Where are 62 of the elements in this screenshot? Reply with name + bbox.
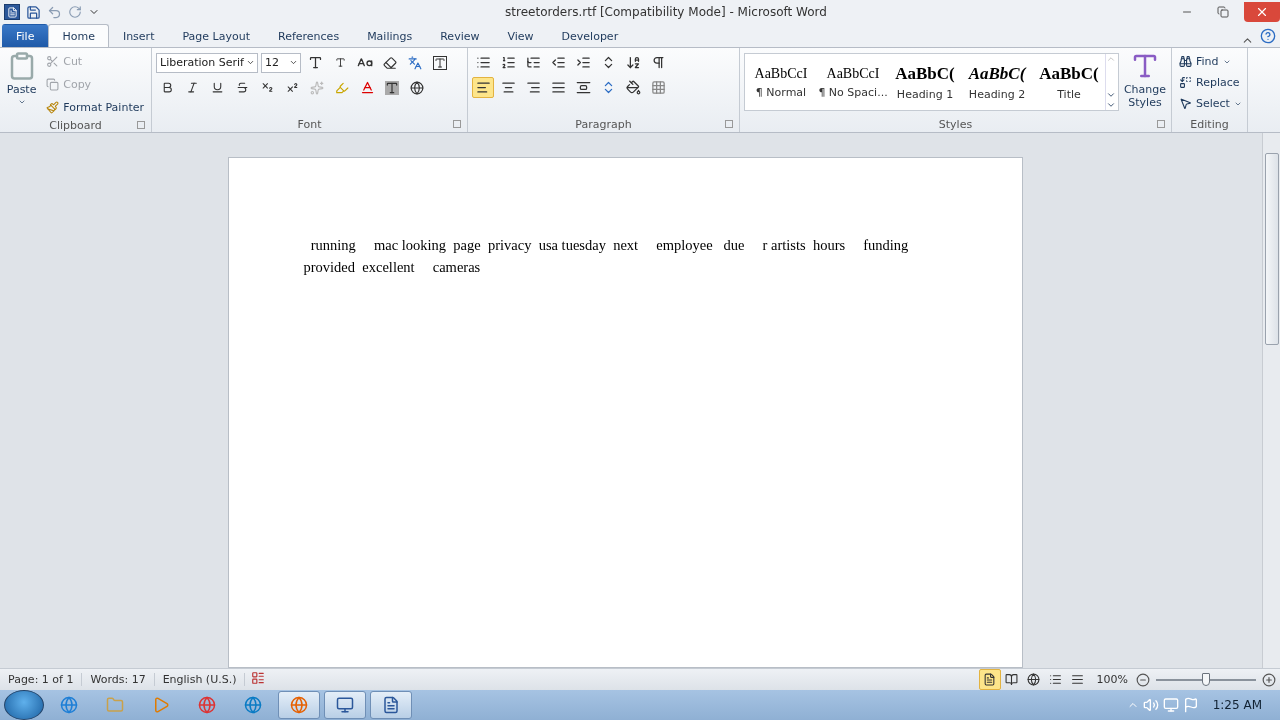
- group-label: Clipboard: [49, 118, 102, 132]
- ribbon-tab[interactable]: Developer: [547, 24, 633, 47]
- save-icon[interactable]: [26, 4, 41, 20]
- start-button[interactable]: [4, 690, 44, 720]
- group-label: Editing: [1190, 118, 1229, 131]
- ribbon-tab[interactable]: Home: [48, 24, 109, 47]
- pointer-icon: [1179, 97, 1192, 110]
- zoom-level: 100%: [1095, 673, 1129, 686]
- ribbon-tab[interactable]: View: [493, 24, 548, 47]
- style-gallery-item[interactable]: AaBbCcI ¶ Normal: [745, 54, 817, 110]
- change-styles-button[interactable]: Change Styles: [1123, 51, 1167, 117]
- style-gallery-item[interactable]: AaBbCcI ¶ No Spaci...: [817, 54, 889, 110]
- zoom-in-icon[interactable]: [1262, 672, 1276, 687]
- zoom-out-icon[interactable]: [1136, 672, 1150, 687]
- style-gallery-item[interactable]: AaBbC( Heading 2: [961, 54, 1033, 110]
- ribbon-tab[interactable]: References: [264, 24, 354, 47]
- close-button[interactable]: [1244, 2, 1280, 22]
- scroll-down-icon[interactable]: [1106, 90, 1116, 100]
- align-left-icon[interactable]: [472, 77, 494, 98]
- more-icon[interactable]: [1106, 100, 1116, 110]
- find-button[interactable]: Find: [1176, 51, 1245, 72]
- browser-taskbar-icon[interactable]: [278, 691, 320, 719]
- ribbon-tab[interactable]: Review: [426, 24, 494, 47]
- scissors-icon: [46, 55, 60, 68]
- caret-icon: [289, 58, 298, 67]
- style-gallery-item[interactable]: AaBbC( Title: [1033, 54, 1105, 110]
- replace-button[interactable]: Replace: [1176, 72, 1245, 93]
- ribbon-tab[interactable]: Insert: [108, 24, 169, 47]
- ribbon-tab[interactable]: Mailings: [353, 24, 427, 47]
- remote-desktop-taskbar-icon[interactable]: [324, 691, 366, 719]
- caret-icon: [246, 58, 255, 67]
- group-label: Paragraph: [575, 118, 632, 131]
- binoculars-icon: [1179, 55, 1192, 68]
- vertical-scrollbar[interactable]: [1262, 133, 1280, 668]
- proofing-icon[interactable]: [251, 671, 266, 685]
- language-indicator: English (U.S.): [154, 673, 246, 686]
- clock: 1:25 AM: [1212, 698, 1262, 712]
- help-icon[interactable]: [1260, 28, 1276, 44]
- close-icon: [1255, 5, 1269, 19]
- replace-icon: [1179, 76, 1192, 89]
- font-name-field[interactable]: Liberation Serif: [156, 52, 258, 73]
- group-label: Styles: [938, 118, 973, 131]
- document-text: running mac looking page privacy usa tuesday next employee due r artists hours funding provided excellent cameras: [303, 236, 910, 277]
- group-label: Font: [297, 118, 322, 131]
- word-count: Words: 17: [82, 673, 155, 686]
- restore-icon: [1217, 6, 1229, 18]
- word-taskbar-icon[interactable]: [370, 691, 412, 719]
- select-button[interactable]: Select: [1176, 93, 1245, 114]
- caret-icon: [17, 98, 26, 106]
- window-title: streetorders.rtf [Compatibility Mode] - Microsoft Word: [504, 5, 828, 19]
- paintbrush-icon: [46, 101, 60, 114]
- word-logo-icon: [4, 4, 20, 20]
- paste-button[interactable]: Paste: [4, 51, 40, 118]
- print-layout-icon[interactable]: [978, 669, 1001, 690]
- zoom-slider-thumb[interactable]: [1202, 672, 1210, 686]
- copy-icon: [46, 78, 60, 91]
- ribbon-tab[interactable]: Page Layout: [168, 24, 264, 47]
- font-size-field[interactable]: 12: [261, 52, 301, 73]
- style-gallery-item[interactable]: AaBbC( Heading 1: [889, 54, 961, 110]
- page-count: Page: 1 of 1: [0, 673, 83, 686]
- format-painter-button[interactable]: Format Painter: [43, 97, 147, 118]
- file-tab[interactable]: File: [2, 24, 49, 47]
